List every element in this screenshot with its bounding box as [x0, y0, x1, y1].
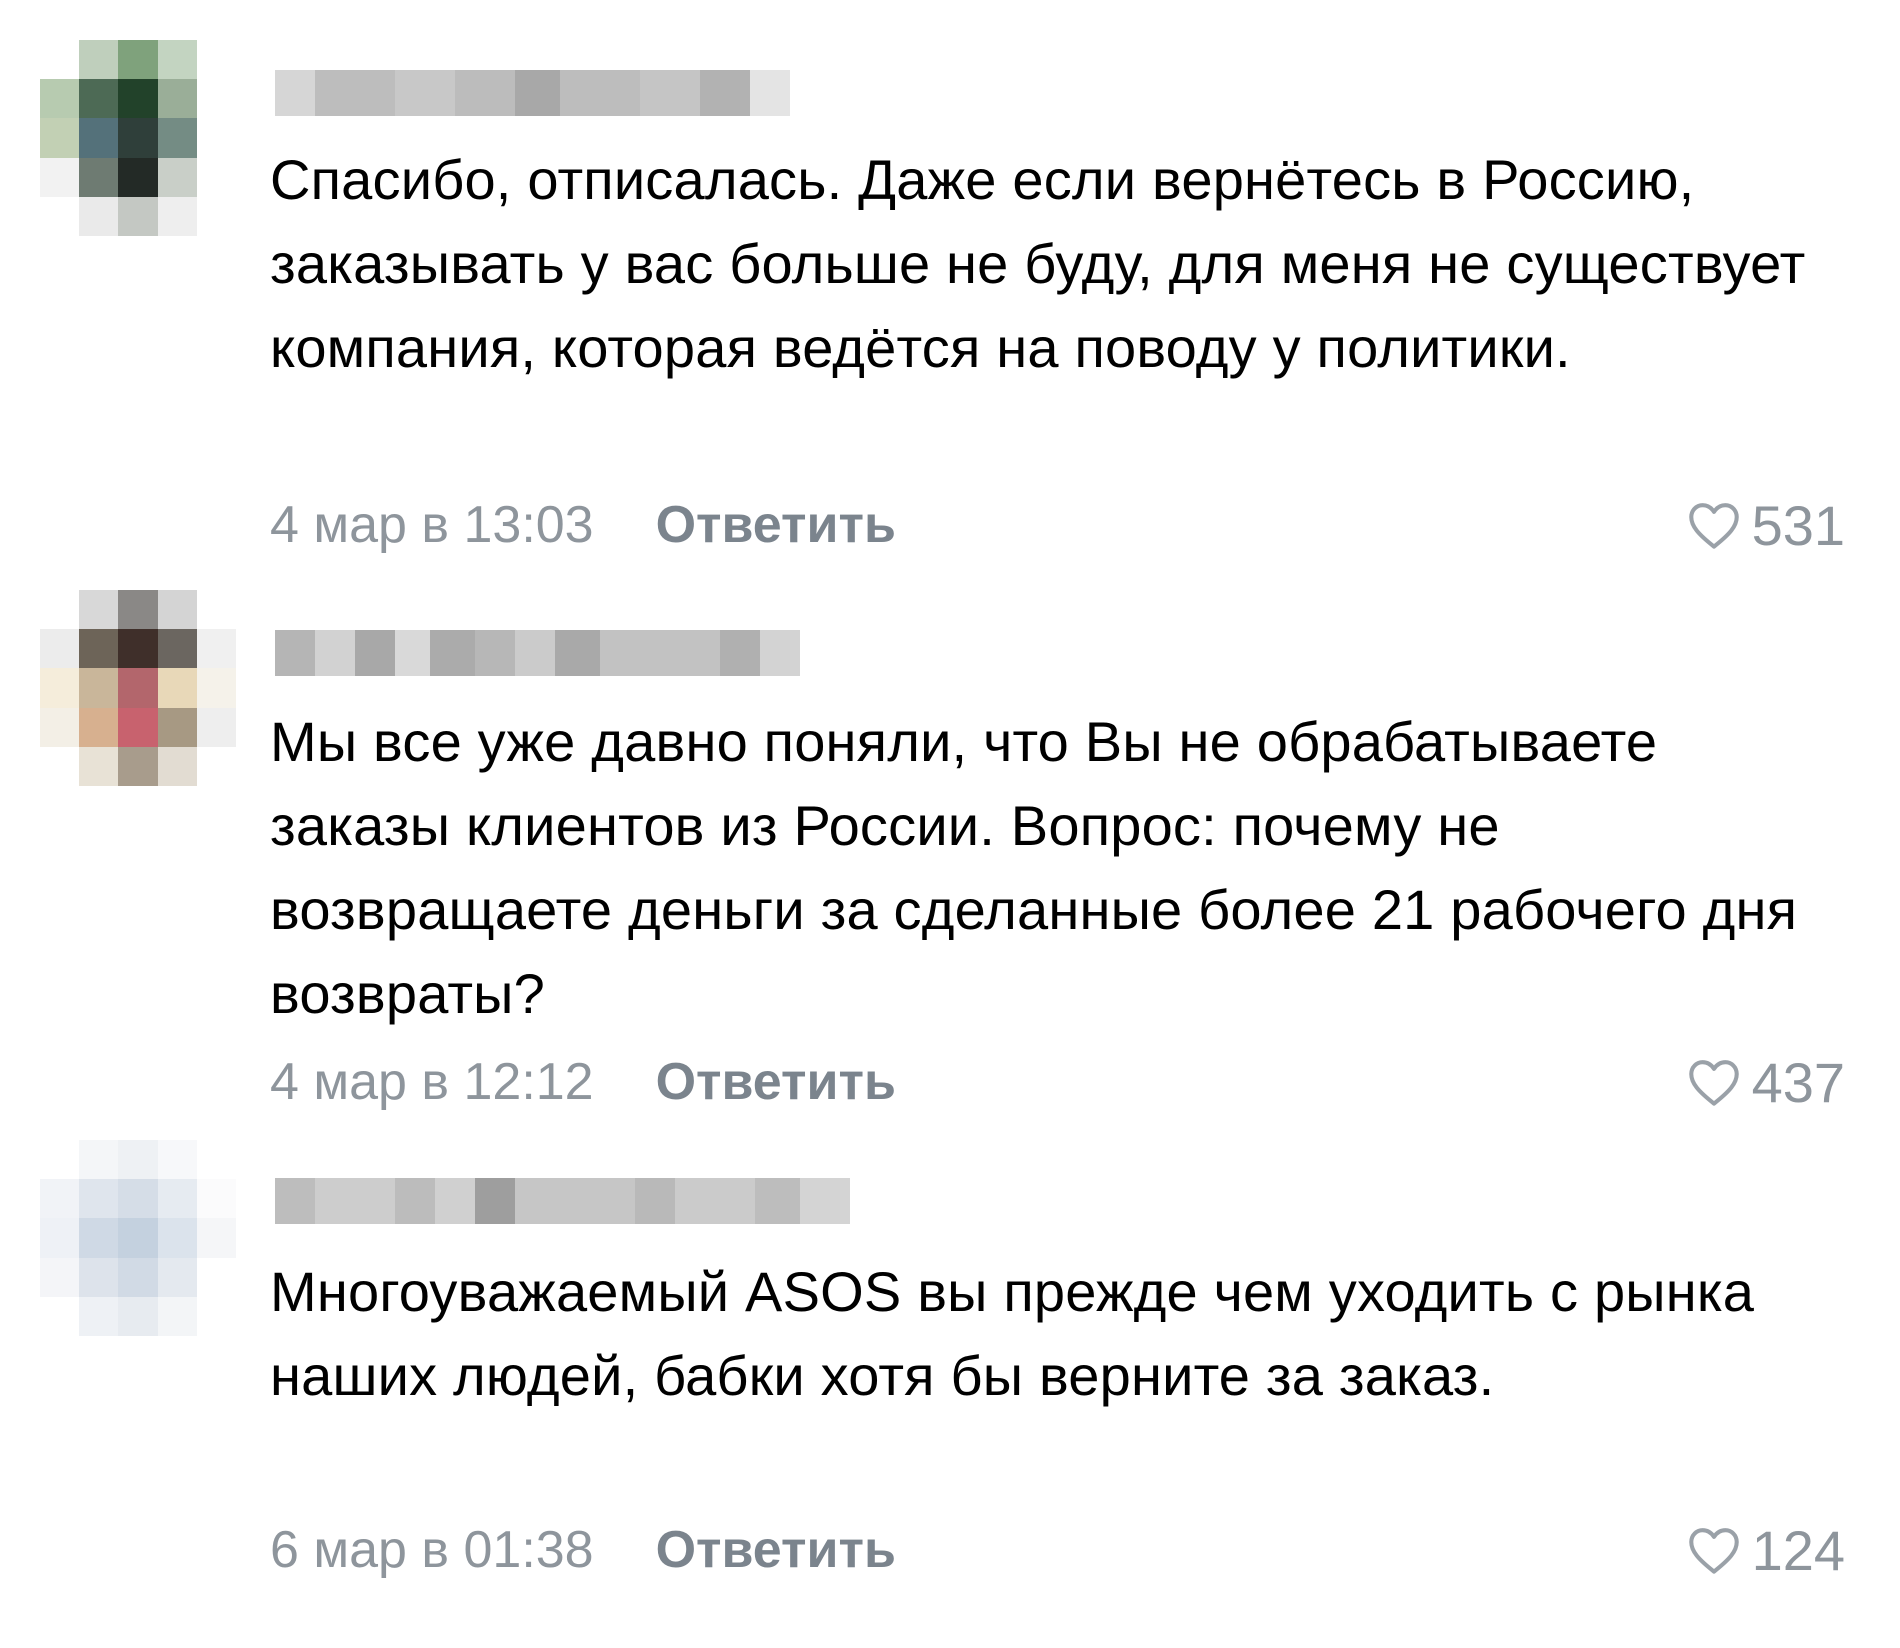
- author-name-blurred[interactable]: [275, 630, 800, 676]
- reply-button[interactable]: Ответить: [656, 1520, 896, 1580]
- like-button[interactable]: 124: [1686, 1518, 1845, 1582]
- heart-icon: [1688, 1528, 1739, 1574]
- comment-text: Многоуважаемый ASOS вы прежде чем уходит…: [270, 1260, 1755, 1407]
- avatar[interactable]: [40, 40, 236, 236]
- comment-meta: 4 мар в 12:12 Ответить: [270, 1052, 896, 1112]
- author-name-blurred[interactable]: [275, 70, 790, 116]
- comment-date: 4 мар в 12:12: [270, 1053, 594, 1111]
- like-count: 124: [1751, 1518, 1845, 1582]
- comment-date: 6 мар в 01:38: [270, 1521, 594, 1579]
- like-button[interactable]: 531: [1686, 493, 1845, 557]
- comment-date: 4 мар в 13:03: [270, 496, 594, 554]
- avatar[interactable]: [40, 590, 236, 786]
- comment-text: Спасибо, отписалась. Даже если вернётесь…: [270, 148, 1806, 379]
- like-count: 437: [1751, 1050, 1845, 1114]
- comment-meta: 6 мар в 01:38 Ответить: [270, 1520, 896, 1580]
- author-name-blurred[interactable]: [275, 1178, 850, 1224]
- like-count: 531: [1751, 493, 1845, 557]
- heart-icon: [1688, 503, 1739, 549]
- comment-meta: 4 мар в 13:03 Ответить: [270, 495, 896, 555]
- comment-text: Мы все уже давно поняли, что Вы не обраб…: [270, 710, 1798, 1025]
- like-button[interactable]: 437: [1686, 1050, 1845, 1114]
- reply-button[interactable]: Ответить: [656, 1052, 896, 1112]
- avatar[interactable]: [40, 1140, 236, 1336]
- heart-icon: [1688, 1060, 1739, 1106]
- reply-button[interactable]: Ответить: [656, 495, 896, 555]
